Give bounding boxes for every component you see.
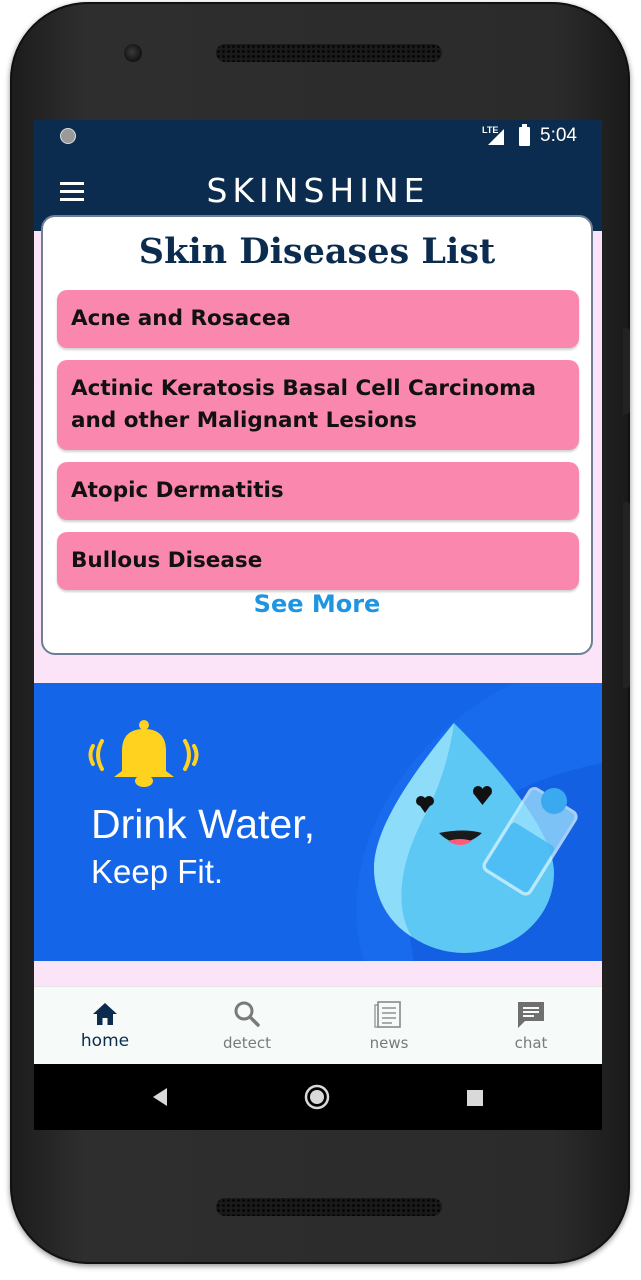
app-screen: LTE 5:04 SKINSHINE Skin Diseases List Ac…: [34, 120, 602, 1130]
home-icon: [93, 1003, 117, 1025]
nav-label-chat: chat: [514, 1034, 548, 1052]
banner-subtitle: Keep Fit.: [91, 853, 224, 890]
see-more-link[interactable]: See More: [43, 590, 591, 618]
disease-label: Actinic Keratosis Basal Cell Carcinoma a…: [71, 376, 537, 433]
top-speaker: [216, 44, 442, 62]
back-icon[interactable]: [150, 1086, 170, 1108]
nav-label-news: news: [369, 1034, 409, 1052]
signal-icon: LTE: [482, 125, 508, 147]
status-time: 5:04: [540, 125, 577, 146]
disease-item[interactable]: Atopic Dermatitis: [57, 462, 579, 520]
volume-button: [623, 328, 630, 414]
bottom-navigation: home detect news chat: [34, 986, 602, 1065]
bottom-speaker: [216, 1198, 442, 1216]
front-camera: [124, 44, 142, 62]
status-bar: LTE 5:04: [34, 120, 602, 153]
disease-label: Bullous Disease: [71, 548, 263, 573]
disease-item[interactable]: Bullous Disease: [57, 532, 579, 590]
recents-icon[interactable]: [466, 1089, 484, 1107]
battery-icon: [519, 124, 530, 146]
news-icon: [374, 1001, 401, 1028]
bell-icon: [88, 720, 199, 787]
nav-label-detect: detect: [223, 1034, 271, 1052]
nav-item-detect[interactable]: detect: [176, 987, 318, 1065]
disease-label: Acne and Rosacea: [71, 306, 291, 331]
search-icon: [234, 1001, 260, 1027]
card-title: Skin Diseases List: [138, 231, 496, 272]
nav-item-home[interactable]: home: [34, 987, 176, 1065]
skin-diseases-card: Skin Diseases List Acne and Rosacea Acti…: [41, 215, 593, 655]
power-button: [623, 502, 630, 688]
notification-icon: [60, 128, 76, 144]
nav-label-home: home: [80, 1031, 130, 1051]
banner-title: Drink Water,: [91, 801, 316, 847]
app-title: SKINSHINE: [206, 171, 430, 210]
home-circle-icon[interactable]: [304, 1084, 330, 1110]
disease-item[interactable]: Acne and Rosacea: [57, 290, 579, 348]
nav-item-chat[interactable]: chat: [460, 987, 602, 1065]
system-navigation-bar: [34, 1064, 602, 1130]
drink-water-banner[interactable]: Drink Water, Keep Fit.: [34, 683, 602, 961]
chat-icon: [518, 1002, 544, 1028]
disease-item[interactable]: Actinic Keratosis Basal Cell Carcinoma a…: [57, 360, 579, 450]
nav-item-news[interactable]: news: [318, 987, 460, 1065]
disease-label: Atopic Dermatitis: [71, 478, 284, 503]
